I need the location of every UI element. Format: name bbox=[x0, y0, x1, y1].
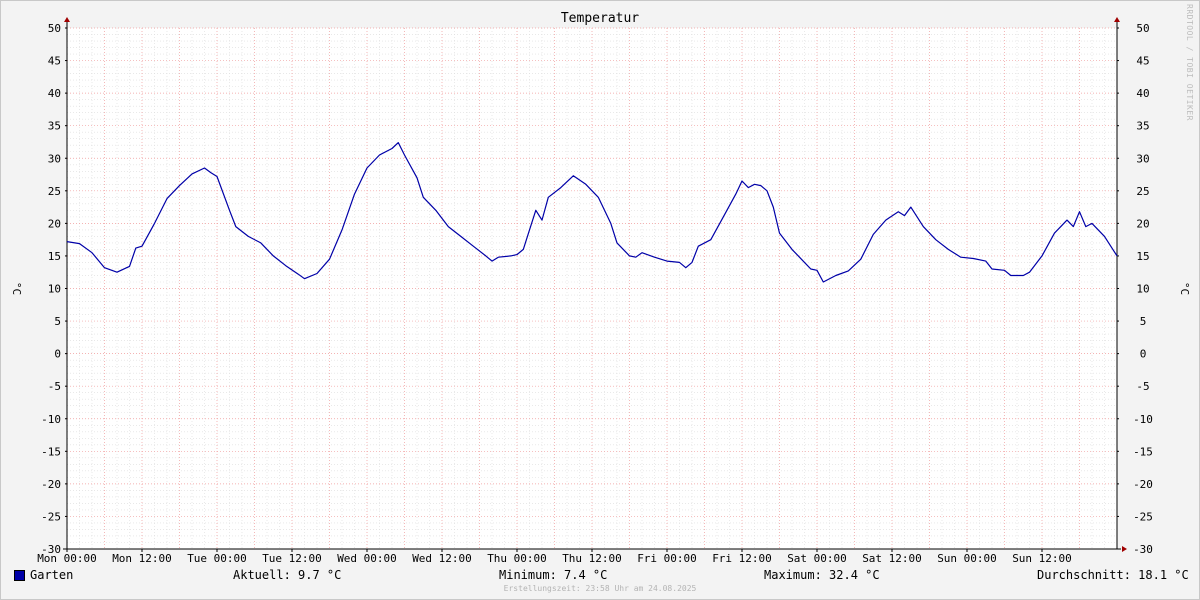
y-tick-label-left: 25 bbox=[48, 185, 61, 198]
y-tick-label-right: 40 bbox=[1136, 87, 1149, 100]
y-axis-label-right: °C bbox=[1178, 282, 1191, 295]
x-tick-label: Mon 00:00 bbox=[37, 552, 97, 565]
x-tick-label: Sat 00:00 bbox=[787, 552, 847, 565]
y-tick-label-left: -10 bbox=[41, 413, 61, 426]
y-tick-label-left: 30 bbox=[48, 152, 61, 165]
y-tick-label-left: -5 bbox=[48, 380, 61, 393]
x-tick-label: Sat 12:00 bbox=[862, 552, 922, 565]
y-tick-label-left: -20 bbox=[41, 478, 61, 491]
legend-series-name: Garten bbox=[30, 568, 74, 582]
legend-current: Aktuell: 9.7 °C bbox=[233, 568, 342, 582]
legend-maximum: Maximum: 32.4 °C bbox=[764, 568, 880, 582]
y-tick-label-right: -20 bbox=[1133, 478, 1153, 491]
y-tick-label-right: 30 bbox=[1136, 152, 1149, 165]
y-tick-label-left: 20 bbox=[48, 217, 61, 230]
x-axis-arrow bbox=[1122, 546, 1127, 552]
y-tick-label-left: -15 bbox=[41, 445, 61, 458]
y-tick-label-right: 5 bbox=[1140, 315, 1147, 328]
y-axis-arrow-right bbox=[1114, 17, 1120, 22]
legend-swatch bbox=[14, 570, 25, 581]
y-tick-label-right: 45 bbox=[1136, 55, 1149, 68]
y-tick-label-right: 50 bbox=[1136, 22, 1149, 35]
y-tick-label-left: 45 bbox=[48, 55, 61, 68]
x-tick-label: Thu 12:00 bbox=[562, 552, 622, 565]
y-tick-label-left: 5 bbox=[54, 315, 61, 328]
x-tick-label: Sun 12:00 bbox=[1012, 552, 1072, 565]
x-tick-label: Wed 12:00 bbox=[412, 552, 472, 565]
x-tick-label: Tue 00:00 bbox=[187, 552, 247, 565]
creation-time: Erstellungszeit: 23:58 Uhr am 24.08.2025 bbox=[503, 584, 697, 593]
y-tick-label-left: 15 bbox=[48, 250, 61, 263]
y-tick-label-right: 15 bbox=[1136, 250, 1149, 263]
y-tick-label-right: -15 bbox=[1133, 445, 1153, 458]
x-tick-label: Fri 00:00 bbox=[637, 552, 697, 565]
legend-average: Durchschnitt: 18.1 °C bbox=[1037, 568, 1189, 582]
x-tick-label: Fri 12:00 bbox=[712, 552, 772, 565]
y-axis-label-left: °C bbox=[10, 282, 23, 295]
temperature-chart: 50 5045 4540 4035 3530 3025 2520 2015 1510 105 50 0… bbox=[10, 17, 1191, 565]
y-axis-arrow-left bbox=[64, 17, 70, 22]
y-tick-label-right: -25 bbox=[1133, 510, 1153, 523]
x-tick-label: Thu 00:00 bbox=[487, 552, 547, 565]
y-tick-label-right: -5 bbox=[1136, 380, 1149, 393]
y-tick-label-left: 40 bbox=[48, 87, 61, 100]
y-tick-label-right: -30 bbox=[1133, 543, 1153, 556]
x-tick-label: Mon 12:00 bbox=[112, 552, 172, 565]
y-tick-label-right: 25 bbox=[1136, 185, 1149, 198]
x-tick-label: Wed 00:00 bbox=[337, 552, 397, 565]
y-tick-label-right: 35 bbox=[1136, 120, 1149, 133]
legend-minimum: Minimum: 7.4 °C bbox=[499, 568, 608, 582]
y-tick-label-left: 10 bbox=[48, 283, 61, 296]
y-tick-label-left: -25 bbox=[41, 510, 61, 523]
x-tick-label: Tue 12:00 bbox=[262, 552, 322, 565]
y-tick-label-right: 0 bbox=[1140, 348, 1147, 361]
x-tick-label: Sun 00:00 bbox=[937, 552, 997, 565]
y-tick-label-left: 50 bbox=[48, 22, 61, 35]
y-tick-label-right: 10 bbox=[1136, 283, 1149, 296]
y-tick-label-left: 35 bbox=[48, 120, 61, 133]
y-tick-label-left: 0 bbox=[54, 348, 61, 361]
y-tick-label-right: -10 bbox=[1133, 413, 1153, 426]
y-tick-label-right: 20 bbox=[1136, 217, 1149, 230]
